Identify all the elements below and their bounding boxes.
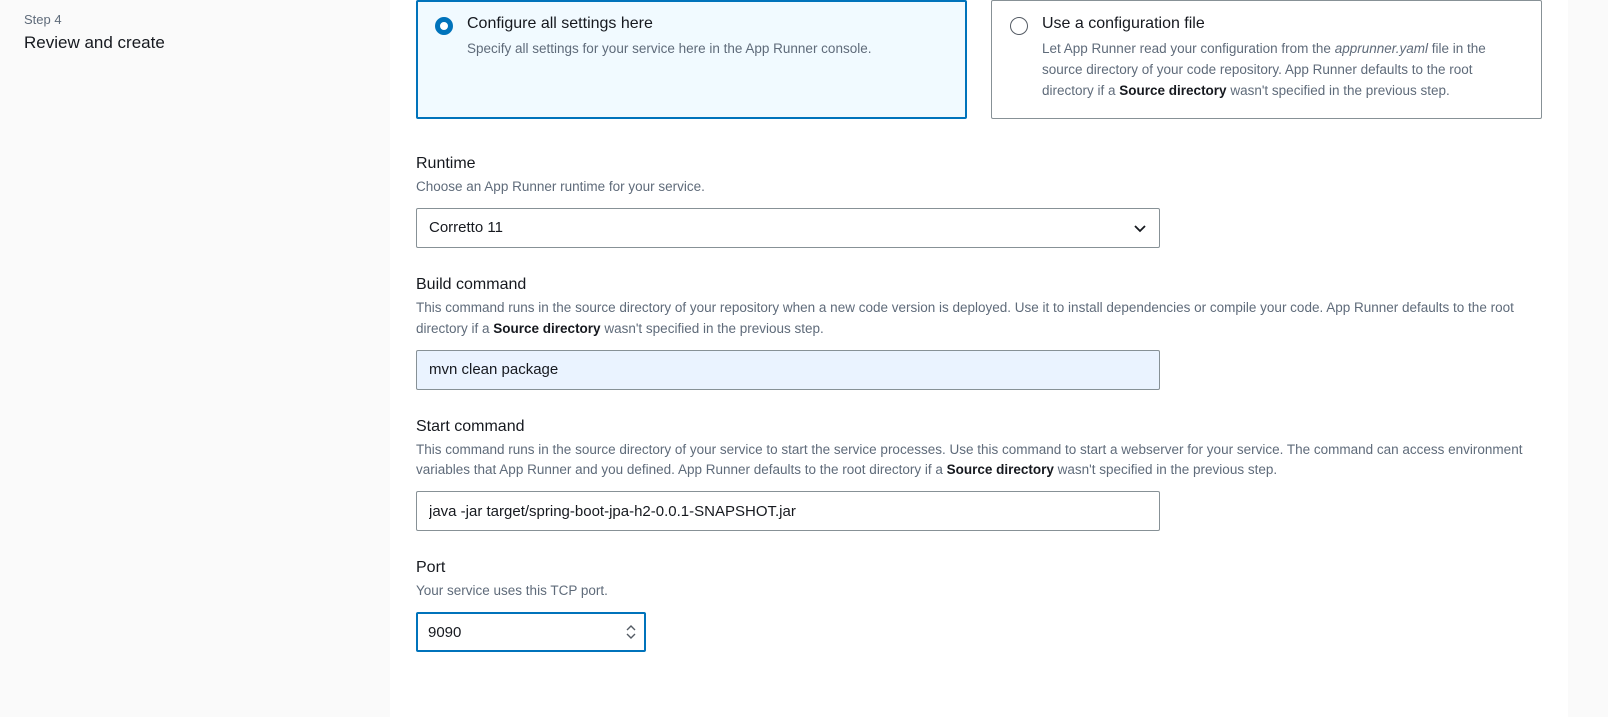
option-desc: Specify all settings for your service he… <box>467 39 871 60</box>
start-command-help: This command runs in the source director… <box>416 440 1542 482</box>
runtime-select[interactable]: Corretto 11 <box>416 208 1160 248</box>
radio-selected-icon <box>435 17 453 35</box>
port-input[interactable] <box>416 612 646 652</box>
runtime-field: Runtime Choose an App Runner runtime for… <box>416 155 1542 248</box>
port-help: Your service uses this TCP port. <box>416 581 1542 602</box>
build-command-label: Build command <box>416 276 1542 294</box>
option-body: Use a configuration file Let App Runner … <box>1042 15 1523 102</box>
option-configure-here[interactable]: Configure all settings here Specify all … <box>416 0 967 119</box>
build-command-help: This command runs in the source director… <box>416 298 1542 340</box>
step-number-label: Step 4 <box>24 12 366 27</box>
chevron-down-icon <box>626 633 636 639</box>
port-label: Port <box>416 559 1542 577</box>
build-command-field: Build command This command runs in the s… <box>416 276 1542 390</box>
runtime-help: Choose an App Runner runtime for your se… <box>416 177 1542 198</box>
build-command-input[interactable] <box>416 350 1160 390</box>
option-use-config-file[interactable]: Use a configuration file Let App Runner … <box>991 0 1542 119</box>
chevron-up-icon <box>626 625 636 631</box>
main-content: Configure all settings here Specify all … <box>390 0 1608 717</box>
runtime-select-value: Corretto 11 <box>416 208 1160 248</box>
start-command-input[interactable] <box>416 491 1160 531</box>
option-desc: Let App Runner read your configuration f… <box>1042 39 1523 102</box>
option-title: Configure all settings here <box>467 15 871 33</box>
radio-unselected-icon <box>1010 17 1028 35</box>
number-spinner[interactable] <box>626 625 636 639</box>
config-option-row: Configure all settings here Specify all … <box>416 0 1542 119</box>
start-command-label: Start command <box>416 418 1542 436</box>
port-field: Port Your service uses this TCP port. <box>416 559 1542 652</box>
start-command-field: Start command This command runs in the s… <box>416 418 1542 532</box>
option-body: Configure all settings here Specify all … <box>467 15 871 60</box>
wizard-sidebar: Step 4 Review and create <box>0 0 390 717</box>
runtime-label: Runtime <box>416 155 1542 173</box>
step-title[interactable]: Review and create <box>24 33 366 53</box>
option-title: Use a configuration file <box>1042 15 1523 33</box>
